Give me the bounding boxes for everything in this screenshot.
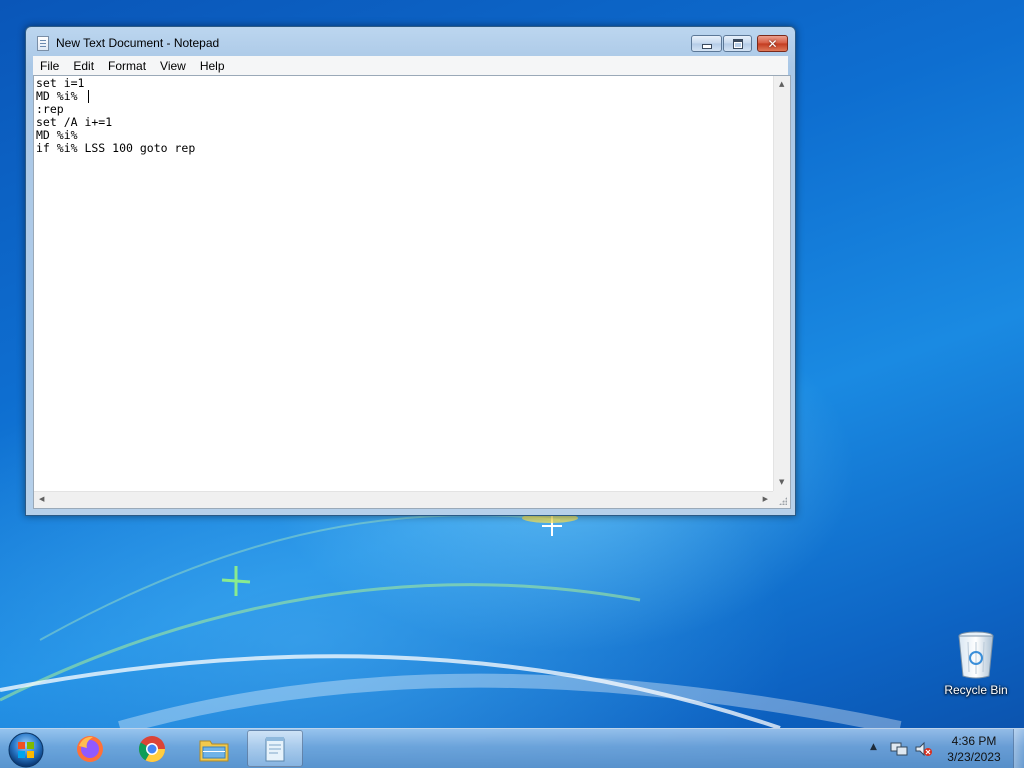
- horizontal-scrollbar[interactable]: ◀ ▶: [34, 491, 773, 508]
- menu-bar: File Edit Format View Help: [33, 56, 788, 75]
- desktop: New Text Document - Notepad ✕ File Edit …: [0, 0, 1024, 768]
- scroll-up-arrow-icon[interactable]: ▲: [779, 81, 784, 88]
- minimize-icon: [701, 43, 712, 49]
- close-icon: ✕: [767, 36, 778, 51]
- notepad-icon: [265, 736, 285, 761]
- volume-muted-icon[interactable]: [914, 741, 932, 757]
- menu-help[interactable]: Help: [193, 59, 232, 73]
- notepad-window[interactable]: New Text Document - Notepad ✕ File Edit …: [25, 26, 796, 516]
- sparkle-green-icon: [221, 566, 251, 596]
- title-bar[interactable]: New Text Document - Notepad ✕: [26, 27, 795, 58]
- window-title: New Text Document - Notepad: [56, 36, 220, 50]
- sparkle-icon: [522, 513, 578, 536]
- notepad-icon: [37, 36, 49, 51]
- menu-file[interactable]: File: [33, 59, 66, 73]
- windows-start-icon: [8, 732, 44, 768]
- maximize-icon: [732, 38, 743, 49]
- clock-date: 3/23/2023: [947, 750, 1001, 764]
- taskbar-file-explorer[interactable]: [186, 730, 242, 767]
- taskbar: ▲ 4:36 PM 3/23/2023: [0, 728, 1024, 768]
- close-button[interactable]: ✕: [757, 35, 788, 52]
- chrome-icon: [138, 735, 166, 762]
- scroll-down-arrow-icon[interactable]: ▼: [779, 479, 784, 486]
- file-explorer-icon: [199, 740, 229, 761]
- firefox-icon: [77, 735, 103, 762]
- text-editor[interactable]: set i=1 MD %i% :rep set /A i+=1 MD %i% i…: [36, 77, 772, 491]
- scroll-left-arrow-icon[interactable]: ◀: [39, 496, 44, 503]
- menu-format[interactable]: Format: [101, 59, 153, 73]
- editor-area[interactable]: set i=1 MD %i% :rep set /A i+=1 MD %i% i…: [33, 75, 791, 509]
- clock[interactable]: 4:36 PM 3/23/2023: [935, 733, 1013, 765]
- menu-edit[interactable]: Edit: [66, 59, 101, 73]
- start-button[interactable]: [6, 731, 46, 768]
- recycle-bin-label: Recycle Bin: [944, 683, 1008, 697]
- show-hidden-icons-arrow[interactable]: ▲: [870, 742, 877, 752]
- minimize-button[interactable]: [691, 35, 722, 52]
- maximize-button[interactable]: [723, 35, 752, 52]
- scroll-right-arrow-icon[interactable]: ▶: [763, 496, 768, 503]
- taskbar-chrome[interactable]: [124, 730, 180, 767]
- clock-time: 4:36 PM: [951, 734, 997, 748]
- desktop-icon-recycle-bin[interactable]: Recycle Bin: [940, 630, 1012, 700]
- menu-view[interactable]: View: [153, 59, 193, 73]
- taskbar-notepad[interactable]: [247, 730, 303, 767]
- size-grip[interactable]: [773, 491, 790, 508]
- vertical-scrollbar[interactable]: ▲ ▼: [773, 76, 790, 491]
- taskbar-firefox[interactable]: [62, 730, 118, 767]
- text-cursor: [88, 90, 89, 103]
- recycle-bin-icon: [958, 631, 994, 679]
- show-desktop-button[interactable]: [1013, 729, 1024, 768]
- network-icon[interactable]: [890, 741, 908, 757]
